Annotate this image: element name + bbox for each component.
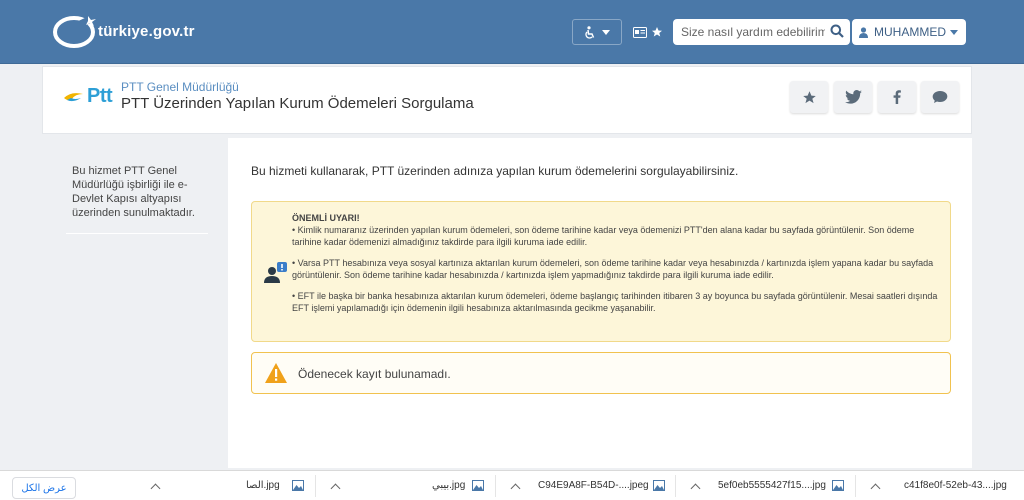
logo-text: türkiye.gov.tr: [98, 22, 195, 40]
notice-text: Ödenecek kayıt bulunamadı.: [298, 367, 451, 381]
comment-button[interactable]: [921, 81, 959, 113]
twitter-icon: [844, 90, 862, 104]
main-content: Bu hizmeti kullanarak, PTT üzerinden adı…: [228, 138, 972, 468]
chevron-up-icon[interactable]: [330, 483, 341, 494]
download-item[interactable]: C94E9A8F-B54D-....jpeg: [500, 471, 670, 500]
search-box: [673, 19, 850, 45]
sidebar: Bu hizmet PTT Genel Müdürlüğü işbirliği …: [42, 138, 228, 468]
show-all-button[interactable]: عرض الكل: [12, 477, 76, 499]
accessibility-button[interactable]: [572, 19, 622, 45]
id-card-icon: [633, 26, 647, 38]
facebook-share-button[interactable]: [878, 81, 916, 113]
chevron-up-icon[interactable]: [870, 483, 881, 494]
service-organization[interactable]: PTT Genel Müdürlüğü: [121, 80, 239, 94]
wheelchair-icon: [585, 25, 595, 39]
facebook-icon: [893, 90, 901, 104]
star-icon: [652, 27, 662, 37]
image-file-icon: [832, 480, 844, 491]
sidebar-info-text: Bu hizmet PTT Genel Müdürlüğü işbirliği …: [72, 165, 195, 219]
search-icon[interactable]: [830, 24, 844, 38]
image-file-icon: [653, 480, 665, 491]
separator: [315, 475, 316, 497]
download-item[interactable]: 5ef0eb5555427f15....jpg: [680, 471, 850, 500]
page-title: PTT Üzerinden Yapılan Kurum Ödemeleri So…: [121, 95, 474, 112]
download-bar: عرض الكل الصا.jpg بيبي.jpg C94E9A8F-B54D…: [0, 470, 1024, 500]
separator: [855, 475, 856, 497]
download-filename: c41f8e0f-52eb-43....jpg: [904, 480, 1007, 491]
chevron-up-icon[interactable]: [510, 483, 521, 494]
service-header: Ptt PTT Genel Müdürlüğü PTT Üzerinden Ya…: [42, 66, 972, 134]
separator: [495, 475, 496, 497]
download-filename: الصا.jpg: [246, 480, 280, 491]
separator: [675, 475, 676, 497]
sidebar-divider: [66, 233, 208, 234]
favorites-button[interactable]: [628, 19, 668, 45]
user-menu-button[interactable]: MUHAMMED: [852, 19, 966, 45]
search-input[interactable]: [673, 20, 825, 44]
comment-icon: [932, 91, 948, 103]
chevron-down-icon: [950, 30, 958, 35]
warning-item: • Kimlik numaranız üzerinden yapılan kur…: [292, 225, 915, 247]
warning-text: ÖNEMLİ UYARI! • Kimlik numaranız üzerind…: [292, 212, 942, 323]
favorite-button[interactable]: [790, 81, 828, 113]
download-item[interactable]: بيبي.jpg: [320, 471, 490, 500]
ptt-logo-text: Ptt: [87, 85, 113, 107]
download-filename: C94E9A8F-B54D-....jpeg: [538, 480, 649, 491]
chevron-down-icon: [602, 29, 610, 35]
user-icon: [859, 26, 868, 38]
no-record-notice: Ödenecek kayıt bulunamadı.: [251, 352, 951, 394]
warning-item: • EFT ile başka bir banka hesabınıza akt…: [292, 291, 938, 313]
warning-triangle-icon: [265, 363, 287, 383]
chevron-up-icon[interactable]: [690, 483, 701, 494]
top-header: türkiye.gov.tr MUHAMMED: [0, 0, 1024, 64]
download-item[interactable]: الصا.jpg: [140, 471, 310, 500]
user-name: MUHAMMED: [874, 25, 946, 39]
ptt-bird-icon: [64, 92, 83, 101]
image-file-icon: [472, 480, 484, 491]
user-alert-icon: [264, 262, 287, 283]
warning-item: • Varsa PTT hesabınıza veya sosyal kartı…: [292, 258, 934, 280]
download-filename: بيبي.jpg: [432, 480, 466, 491]
warning-title: ÖNEMLİ UYARI!: [292, 213, 360, 223]
star-icon: [802, 90, 816, 103]
twitter-share-button[interactable]: [834, 81, 872, 113]
image-file-icon: [292, 480, 304, 491]
important-warning-box: ÖNEMLİ UYARI! • Kimlik numaranız üzerind…: [251, 201, 951, 342]
download-filename: 5ef0eb5555427f15....jpg: [718, 480, 826, 491]
intro-text: Bu hizmeti kullanarak, PTT üzerinden adı…: [251, 164, 739, 178]
download-item[interactable]: c41f8e0f-52eb-43....jpg: [860, 471, 1024, 500]
chevron-up-icon[interactable]: [150, 483, 161, 494]
turkiye-gov-logo[interactable]: türkiye.gov.tr: [50, 10, 195, 52]
ptt-logo: Ptt: [63, 85, 113, 108]
